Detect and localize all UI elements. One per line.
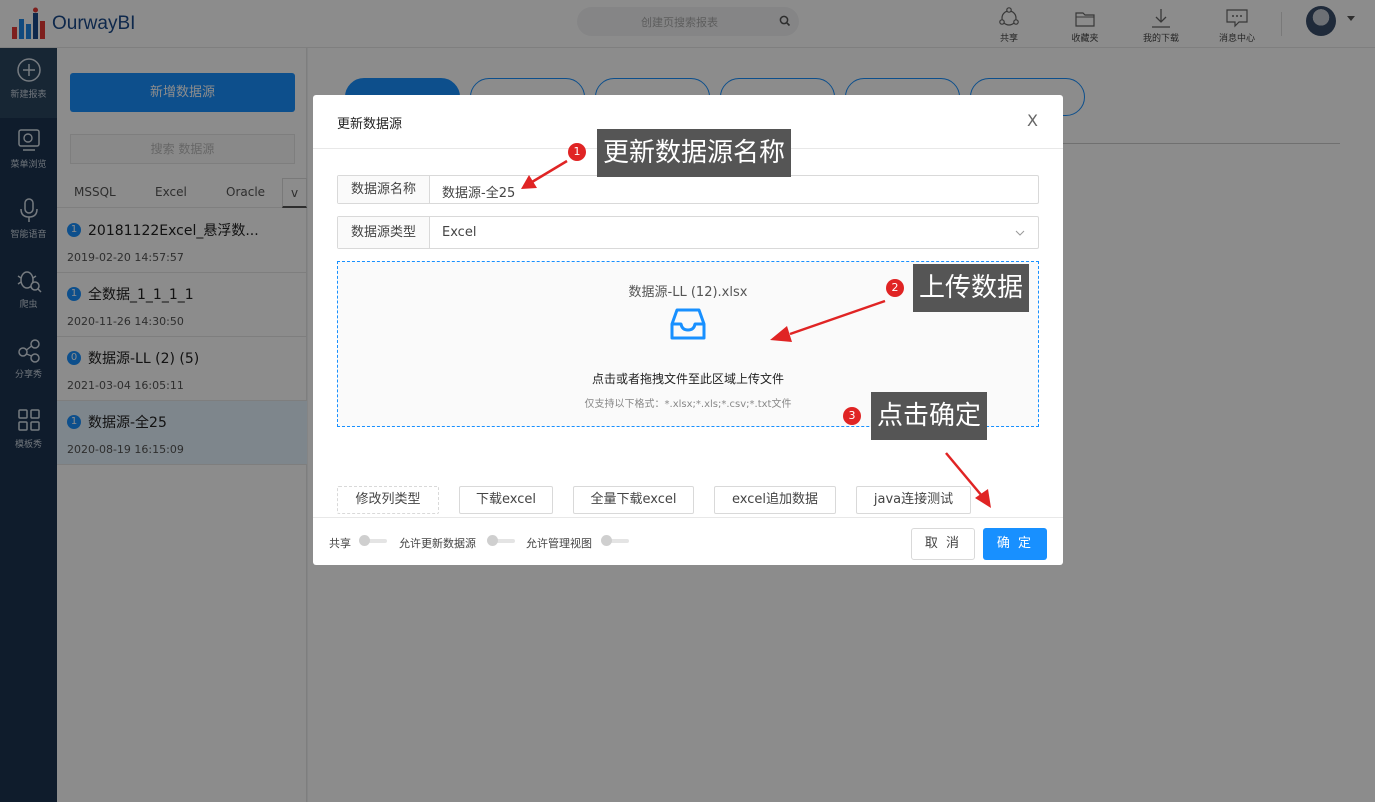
annotation-callout-1: 更新数据源名称 [597, 129, 792, 177]
annotation-step-3: 3 [843, 407, 861, 425]
arrowhead-icon [521, 175, 537, 189]
annotation-step-2: 2 [886, 279, 904, 297]
annotation-callout-3: 点击确定 [871, 392, 988, 440]
annotation-arrow-1 [531, 159, 568, 184]
annotation-arrow-2 [789, 299, 886, 336]
annotation-callout-2: 上传数据 [913, 264, 1030, 312]
annotation-arrow-3 [945, 452, 983, 497]
arrowhead-icon [770, 326, 792, 342]
annotation-step-1: 1 [568, 143, 586, 161]
annotation-arrows [521, 159, 991, 508]
